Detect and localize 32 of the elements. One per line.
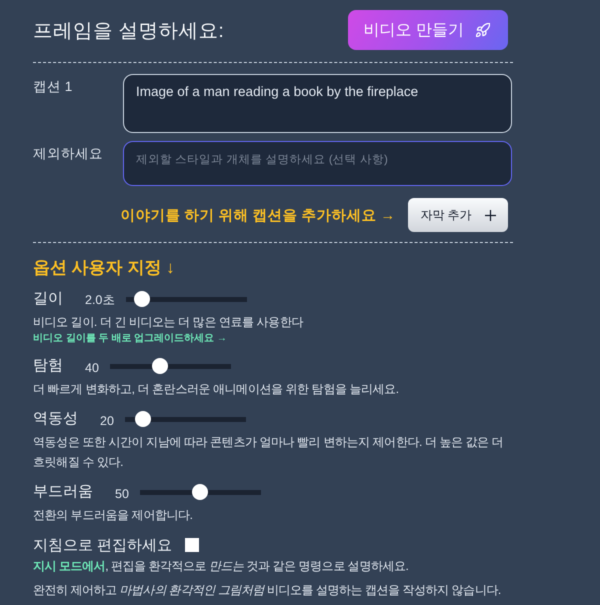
slider-description: 역동성은 또한 시간이 지남에 따라 콘텐츠가 얼마나 빨리 변하는지 제어한다. 더 높은 값은 더 흐릿해질 수 있다.	[33, 434, 504, 471]
slider-thumb[interactable]	[135, 411, 152, 427]
slider-label: 부드러움	[33, 482, 93, 502]
instruct-note: 지시 모드에서, 편집을 환각적으로 만드는 것과 같은 명령으로 설명하세요.	[33, 558, 410, 575]
page-title: 프레임을 설명하세요:	[33, 18, 224, 44]
add-caption-hint: 이야기를 하기 위해 캡션을 추가하세요 →	[120, 206, 395, 224]
slider-value: 20	[100, 412, 114, 428]
caption-label: 캡션 1	[33, 78, 74, 96]
slider-thumb[interactable]	[134, 291, 150, 307]
options-heading: 옵션 사용자 지정 ↓	[33, 257, 176, 279]
caption-input[interactable]: Image of a man reading a book by the fireplace	[123, 74, 512, 133]
exclude-label: 제외하세요	[33, 145, 104, 163]
slider-value: 50	[115, 486, 129, 500]
slider-value: 40	[85, 360, 99, 374]
slider-description: 더 빠르게 변화하고, 더 혼란스러운 애니메이션을 위한 탐험을 늘리세요.	[33, 381, 400, 398]
exclude-input[interactable]: 제외할 스타일과 개체를 설명하세요 (선택 사항)	[123, 141, 512, 186]
slider-label: 역동성	[33, 409, 78, 429]
slider-description: 전환의 부드러움을 제어합니다.	[33, 507, 194, 524]
slider-thumb[interactable]	[192, 484, 208, 500]
rocket-icon	[476, 23, 490, 37]
slider-label: 탐험	[33, 356, 63, 376]
slider-value: 2.0초	[85, 292, 116, 309]
instruct-checkbox[interactable]	[185, 538, 200, 552]
slider-label: 길이	[33, 289, 63, 309]
instruct-note: 완전히 제어하고 마법사의 환각적인 그림처럼 비디오를 설명하는 캡션을 작성하지 않습니다.	[33, 582, 502, 599]
instruct-mode-label: 지침으로 편집하세요	[33, 536, 172, 554]
slider-description: 비디오 길이. 더 긴 비디오는 더 많은 연료를 사용한다	[33, 314, 304, 331]
add-caption-button[interactable]: 자막 추가	[408, 198, 508, 232]
slider-thumb[interactable]	[152, 358, 168, 374]
create-video-button[interactable]: 비디오 만들기	[348, 10, 508, 50]
upgrade-link[interactable]: 비디오 길이를 두 배로 업그레이드하세요 →	[33, 332, 227, 346]
plus-icon	[484, 210, 496, 220]
